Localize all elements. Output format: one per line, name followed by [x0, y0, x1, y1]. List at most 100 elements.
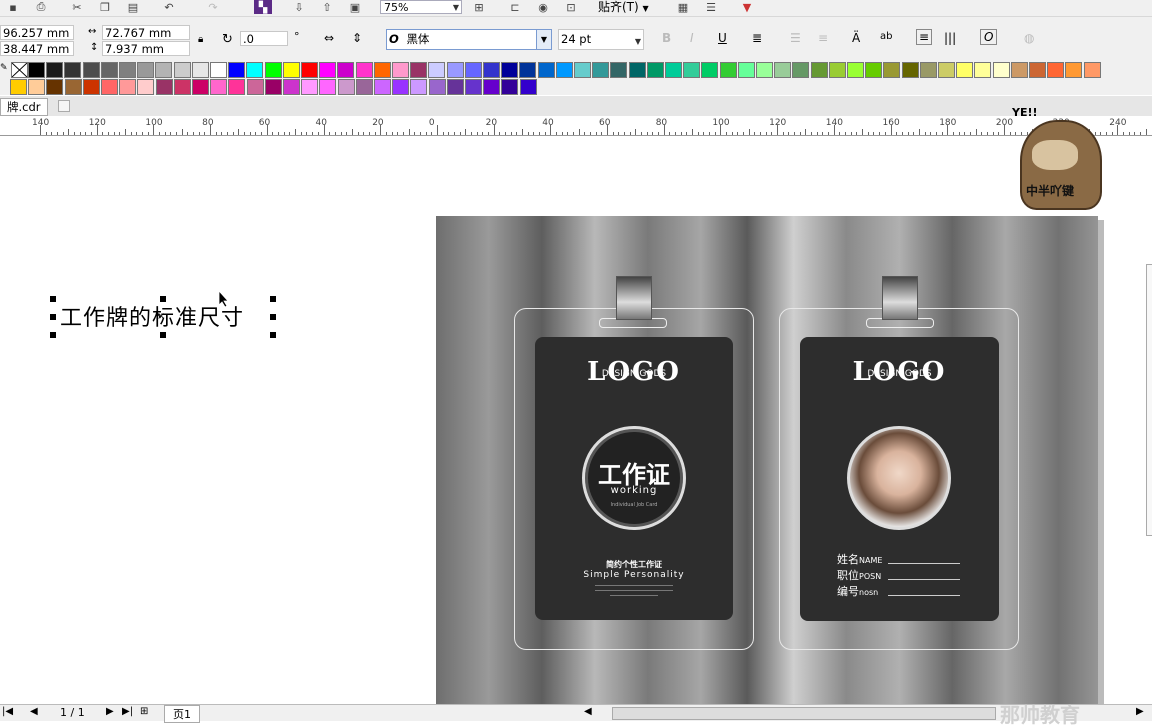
color-swatch[interactable]: [137, 79, 155, 95]
color-swatch[interactable]: [173, 79, 191, 95]
color-swatch[interactable]: [137, 62, 155, 78]
selection-handle[interactable]: [50, 296, 56, 302]
color-swatch[interactable]: [1010, 62, 1028, 78]
color-swatch[interactable]: [446, 62, 464, 78]
application-launcher-icon[interactable]: ☰: [702, 0, 720, 14]
print-icon[interactable]: ⎙: [32, 0, 50, 14]
color-swatch[interactable]: [392, 79, 410, 95]
color-swatch[interactable]: [483, 79, 501, 95]
color-swatch[interactable]: [446, 79, 464, 95]
y-position-field[interactable]: 38.447 mm: [0, 41, 74, 56]
save-icon[interactable]: ▪: [4, 0, 22, 14]
width-field[interactable]: 72.767 mm: [102, 25, 190, 40]
undo-icon[interactable]: ↶: [160, 0, 178, 14]
color-swatch[interactable]: [10, 79, 27, 95]
add-page-icon[interactable]: ⊞: [140, 706, 148, 717]
color-swatch[interactable]: [737, 62, 755, 78]
color-swatch[interactable]: [501, 62, 519, 78]
color-swatch[interactable]: [173, 62, 191, 78]
color-swatch[interactable]: [1029, 62, 1046, 78]
selection-handle[interactable]: [270, 296, 276, 302]
mirror-horizontal-icon[interactable]: ⇔: [324, 31, 334, 45]
color-swatch[interactable]: [810, 62, 828, 78]
redo-icon[interactable]: ↷: [204, 0, 222, 14]
color-swatch[interactable]: [719, 62, 737, 78]
export-icon[interactable]: ⇧: [318, 0, 336, 14]
color-swatch[interactable]: [82, 62, 100, 78]
copy-icon[interactable]: ❐: [96, 0, 114, 14]
eyedropper-icon[interactable]: ✎: [0, 63, 10, 93]
selection-handle[interactable]: [160, 332, 166, 338]
text-properties-icon[interactable]: Ä: [852, 31, 860, 45]
color-swatch[interactable]: [210, 62, 227, 78]
color-swatch[interactable]: [355, 79, 373, 95]
lock-ratio-icon[interactable]: 🔒︎: [198, 34, 203, 45]
color-swatch[interactable]: [501, 79, 519, 95]
color-swatch[interactable]: [537, 62, 555, 78]
color-launcher-icon[interactable]: ▼: [738, 0, 756, 14]
grid-icon[interactable]: ⊡: [562, 0, 580, 14]
no-color-swatch[interactable]: [11, 62, 28, 78]
scroll-right-icon[interactable]: ▶: [1136, 706, 1144, 717]
color-swatch[interactable]: [683, 62, 701, 78]
import-icon[interactable]: ⇩: [290, 0, 308, 14]
color-swatch[interactable]: [191, 62, 209, 78]
color-swatch[interactable]: [264, 79, 282, 95]
color-swatch[interactable]: [28, 79, 46, 95]
color-swatch[interactable]: [665, 62, 682, 78]
color-swatch[interactable]: [410, 79, 428, 95]
color-swatch[interactable]: [64, 62, 82, 78]
color-swatch[interactable]: [101, 79, 118, 95]
color-swatch[interactable]: [337, 79, 355, 95]
color-swatch[interactable]: [519, 79, 537, 95]
color-swatch[interactable]: [46, 62, 64, 78]
rotation-field[interactable]: .0: [240, 31, 288, 46]
scroll-left-icon[interactable]: ◀: [584, 706, 592, 717]
height-field[interactable]: 7.937 mm: [102, 41, 190, 56]
color-swatch[interactable]: [283, 79, 300, 95]
vertical-scrollbar[interactable]: [1146, 264, 1152, 536]
color-swatch[interactable]: [155, 62, 173, 78]
color-swatch[interactable]: [483, 62, 500, 78]
x-position-field[interactable]: 96.257 mm: [0, 25, 74, 40]
color-swatch[interactable]: [865, 62, 883, 78]
color-swatch[interactable]: [246, 62, 264, 78]
color-swatch[interactable]: [374, 79, 391, 95]
color-swatch[interactable]: [646, 62, 664, 78]
color-swatch[interactable]: [228, 79, 246, 95]
selection-handle[interactable]: [270, 314, 276, 320]
view-icon[interactable]: ◉: [534, 0, 552, 14]
color-swatch[interactable]: [1065, 62, 1083, 78]
color-swatch[interactable]: [392, 62, 409, 78]
color-swatch[interactable]: [355, 62, 373, 78]
color-swatch[interactable]: [828, 62, 846, 78]
color-swatch[interactable]: [628, 62, 646, 78]
font-family-dropdown[interactable]: O 黑体 ▼: [386, 29, 552, 50]
horizontal-ruler[interactable]: 140 120 100 80 60 40 20 0 20 40 60 80 100 120 140 160 18…: [0, 116, 1152, 136]
color-swatch[interactable]: [228, 62, 246, 78]
color-swatch[interactable]: [119, 62, 136, 78]
envelope-icon[interactable]: ◍: [1024, 31, 1034, 45]
color-swatch[interactable]: [465, 79, 482, 95]
color-swatch[interactable]: [774, 62, 792, 78]
color-swatch[interactable]: [337, 62, 355, 78]
color-swatch[interactable]: [610, 62, 628, 78]
new-tab-icon[interactable]: [58, 100, 70, 112]
font-size-dropdown[interactable]: 24 pt ▼: [558, 29, 644, 50]
color-swatch[interactable]: [373, 62, 391, 78]
color-swatch[interactable]: [319, 62, 337, 78]
vertical-text-icon[interactable]: |||: [944, 31, 956, 45]
italic-icon[interactable]: I: [690, 31, 694, 45]
selection-handle[interactable]: [160, 296, 166, 302]
color-swatch[interactable]: [246, 79, 264, 95]
color-swatch[interactable]: [901, 62, 919, 78]
color-swatch[interactable]: [847, 62, 864, 78]
snap-to-menu[interactable]: 贴齐(T) ▼: [598, 0, 649, 16]
options-icon[interactable]: ▦: [674, 0, 692, 14]
page-tab[interactable]: 页1: [164, 705, 200, 723]
first-page-icon[interactable]: |◀: [2, 706, 13, 717]
color-swatch[interactable]: [756, 62, 773, 78]
selection-handle[interactable]: [50, 314, 56, 320]
color-swatch[interactable]: [210, 79, 228, 95]
color-swatch[interactable]: [301, 79, 319, 95]
